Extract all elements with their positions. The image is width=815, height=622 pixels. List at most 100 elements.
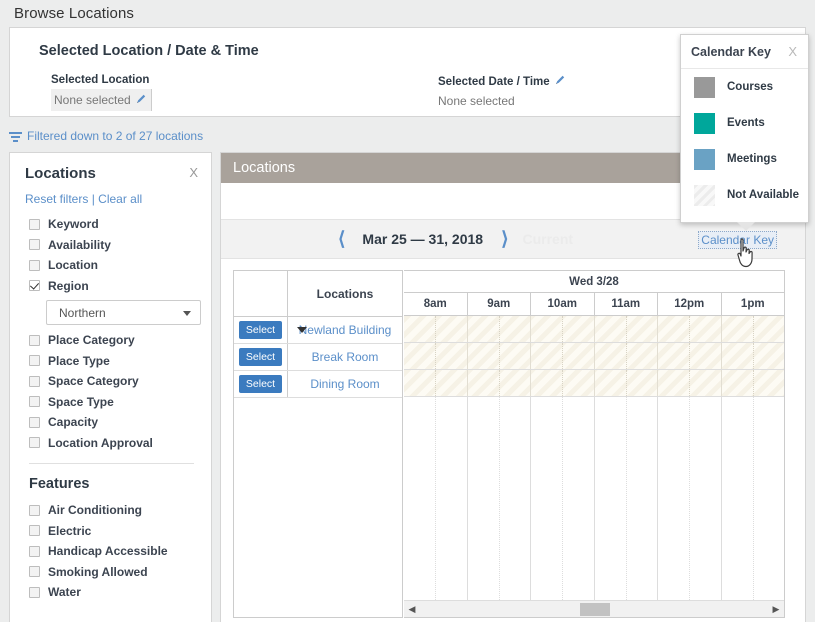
time-header-cell: 12pm [658,293,722,315]
checkbox[interactable] [29,396,40,407]
availability-cell[interactable] [468,370,532,396]
chevron-down-icon[interactable] [183,311,191,316]
location-name: Dining Room [310,377,379,391]
sidebar-links: Reset filters | Clear all [10,183,211,206]
availability-cell[interactable] [722,370,785,396]
checkbox[interactable] [29,546,40,557]
close-icon[interactable]: X [189,165,198,180]
availability-cell[interactable] [722,343,785,369]
availability-cell[interactable] [468,316,532,342]
filter-item-space-category[interactable]: Space Category [10,371,211,392]
checkbox[interactable] [29,239,40,250]
feature-item-air-conditioning[interactable]: Air Conditioning [10,500,211,521]
availability-cell[interactable] [468,343,532,369]
time-header-cell: 10am [531,293,595,315]
availability-cell[interactable] [595,316,659,342]
filter-item-place-category[interactable]: Place Category [10,330,211,351]
location-rows: SelectNewland BuildingSelectBreak RoomSe… [234,317,402,398]
table-row: Select Newland Building [234,317,402,344]
availability-cell[interactable] [531,316,595,342]
feature-item-smoking-allowed[interactable]: Smoking Allowed [10,562,211,583]
location-name-cell[interactable]: Newland Building [288,323,402,337]
scroll-right-arrow-icon[interactable]: ▶ [768,604,784,615]
popup-tail [737,222,755,231]
calendar-key-label: Courses [727,81,773,93]
calendar-key-header: Calendar Key X [681,35,808,69]
feature-item-handicap-accessible[interactable]: Handicap Accessible [10,541,211,562]
pencil-icon[interactable] [135,92,147,104]
filter-label: Place Category [48,333,135,347]
checkbox[interactable] [29,376,40,387]
close-icon[interactable]: X [788,44,797,59]
main-panel-title: Locations [233,160,295,176]
checkbox[interactable] [29,260,40,271]
availability-cell[interactable] [595,370,659,396]
scrollbar-thumb[interactable] [580,603,610,616]
availability-cell[interactable] [404,370,468,396]
checkbox[interactable] [29,335,40,346]
links-separator: | [92,192,95,206]
filter-item-space-type[interactable]: Space Type [10,392,211,413]
checkbox[interactable] [29,219,40,230]
clear-all-link[interactable]: Clear all [98,192,142,206]
availability-cell[interactable] [404,343,468,369]
pointer-hand-cursor [733,238,759,273]
filter-item-keyword[interactable]: Keyword [10,214,211,235]
chevron-left-icon[interactable]: ⟨ [338,228,345,251]
calendar-key-item: Meetings [681,141,808,177]
selected-datetime-label: Selected Date / Time [438,74,566,88]
checkbox[interactable] [29,587,40,598]
scroll-left-arrow-icon[interactable]: ◀ [404,604,420,615]
filter-item-capacity[interactable]: Capacity [10,412,211,433]
reset-filters-link[interactable]: Reset filters [25,192,88,206]
availability-cell[interactable] [595,343,659,369]
select-button[interactable]: Select [239,375,282,394]
checkbox[interactable] [29,566,40,577]
scrollbar-track[interactable] [420,601,768,617]
time-header-cell: 1pm [722,293,785,315]
select-cell: Select [234,371,288,397]
chevron-right-icon[interactable]: ⟩ [501,228,508,251]
filter-note[interactable]: Filtered down to 2 of 27 locations [9,129,203,143]
checkbox[interactable] [29,437,40,448]
checkbox[interactable] [29,417,40,428]
selected-location-value-box[interactable]: None selected [51,89,152,111]
selected-location-field: Selected Location None selected [51,74,152,111]
availability-cell[interactable] [722,316,785,342]
location-name-cell[interactable]: Break Room [288,350,402,364]
filter-label: Capacity [48,415,98,429]
checkbox[interactable] [29,525,40,536]
location-name-cell[interactable]: Dining Room [288,377,402,391]
region-select[interactable]: Northern [46,300,201,325]
color-swatch [694,185,715,206]
select-button[interactable]: Select [239,348,282,367]
chevron-down-icon[interactable] [297,327,307,333]
current-button[interactable]: Current [522,231,573,247]
checkbox[interactable] [29,280,40,291]
feature-item-water[interactable]: Water [10,582,211,603]
location-name: Newland Building [299,323,392,337]
time-header-cell: 11am [595,293,659,315]
availability-cell[interactable] [404,316,468,342]
pencil-icon[interactable] [554,74,566,86]
filter-item-place-type[interactable]: Place Type [10,351,211,372]
checkbox[interactable] [29,355,40,366]
table-row: Select Break Room [234,344,402,371]
availability-cell[interactable] [531,343,595,369]
calendar-nav-bar: ⟨ Mar 25 — 31, 2018 ⟩ Current Calendar K… [221,219,805,259]
availability-cell[interactable] [658,370,722,396]
filter-item-location-approval[interactable]: Location Approval [10,433,211,454]
filter-item-location[interactable]: Location [10,255,211,276]
filter-item-availability[interactable]: Availability [10,235,211,256]
feature-item-electric[interactable]: Electric [10,521,211,542]
availability-cell[interactable] [658,316,722,342]
availability-cell[interactable] [658,343,722,369]
select-button[interactable]: Select [239,321,282,340]
checkbox[interactable] [29,505,40,516]
empty-grid-column [658,397,722,600]
filter-item-region[interactable]: Region [10,276,211,297]
availability-cell[interactable] [531,370,595,396]
horizontal-scrollbar[interactable]: ◀ ▶ [404,600,784,617]
time-header-row: 8am9am10am11am12pm1pm [404,293,784,316]
filter-label: Availability [48,238,111,252]
